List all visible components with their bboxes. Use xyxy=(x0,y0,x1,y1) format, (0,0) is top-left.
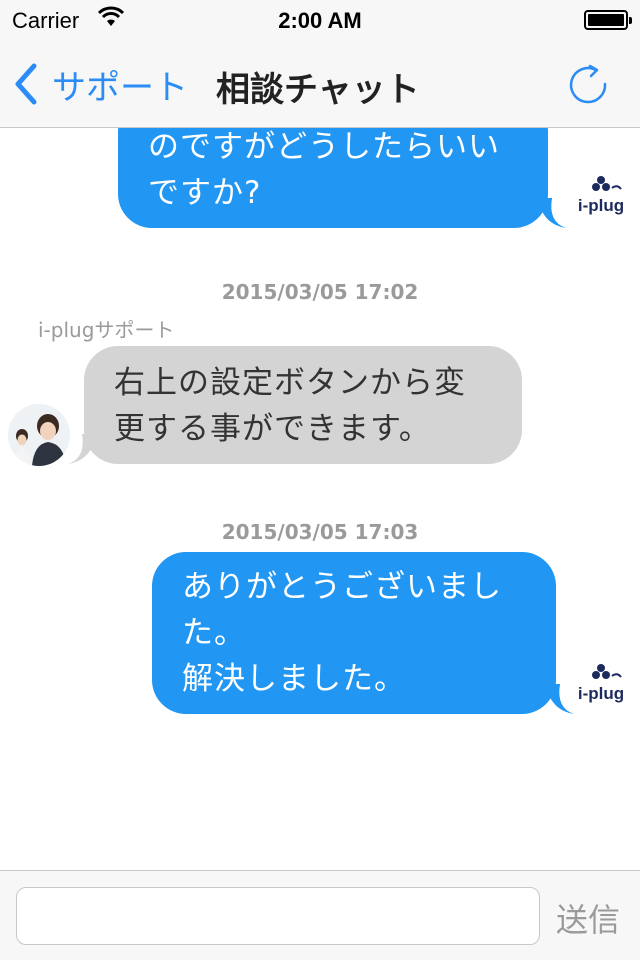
status-bar: Carrier 2:00 AM xyxy=(0,0,640,40)
message-timestamp: 2015/03/05 17:03 xyxy=(221,520,419,544)
message-timestamp: 2015/03/05 17:02 xyxy=(221,280,419,304)
navigation-bar: サポート 相談チャット xyxy=(0,40,640,128)
refresh-icon[interactable] xyxy=(566,62,610,106)
message-line: のですがどうしたらいい xyxy=(148,129,500,165)
outgoing-message-bubble: のですがどうしたらいい ですか? xyxy=(118,128,548,228)
incoming-message-bubble: 右上の設定ボタンから変 更する事ができます。 xyxy=(84,346,522,464)
message-line: た。 xyxy=(182,615,246,651)
back-button[interactable]: サポート xyxy=(14,60,188,108)
avatar-logo-text: i-plug xyxy=(578,684,624,703)
chevron-left-icon xyxy=(15,63,37,105)
support-avatar xyxy=(8,404,70,466)
bubble-tail xyxy=(538,198,566,228)
message-input-bar: 送信 xyxy=(0,870,640,960)
page-title: 相談チャット xyxy=(216,70,420,110)
back-button-label: サポート xyxy=(52,67,188,108)
message-line: 右上の設定ボタンから変 xyxy=(114,365,466,401)
i-plug-logo-icon: i-plug xyxy=(578,176,624,215)
avatar-logo-text: i-plug xyxy=(578,196,624,215)
message-line: 解決しました。 xyxy=(182,661,406,697)
sender-name: i-plugサポート xyxy=(38,318,175,342)
chat-message-list[interactable]: のですがどうしたらいい ですか? i-plug 2015/03/05 17:02… xyxy=(0,128,640,870)
i-plug-logo-icon: i-plug xyxy=(578,664,624,703)
status-time: 2:00 AM xyxy=(278,8,362,33)
outgoing-message-bubble: ありがとうございまし た。 解決しました。 xyxy=(152,552,556,714)
battery-icon xyxy=(584,10,632,30)
message-input[interactable] xyxy=(16,887,540,945)
message-line: ですか? xyxy=(148,175,262,211)
support-agent-photo-icon xyxy=(8,404,70,466)
bubble-tail xyxy=(68,434,96,464)
user-avatar: i-plug xyxy=(568,652,634,718)
user-avatar: i-plug xyxy=(568,164,634,230)
send-button[interactable]: 送信 xyxy=(556,895,620,941)
message-line: 更する事ができます。 xyxy=(114,411,431,447)
message-line: ありがとうございまし xyxy=(182,569,502,605)
